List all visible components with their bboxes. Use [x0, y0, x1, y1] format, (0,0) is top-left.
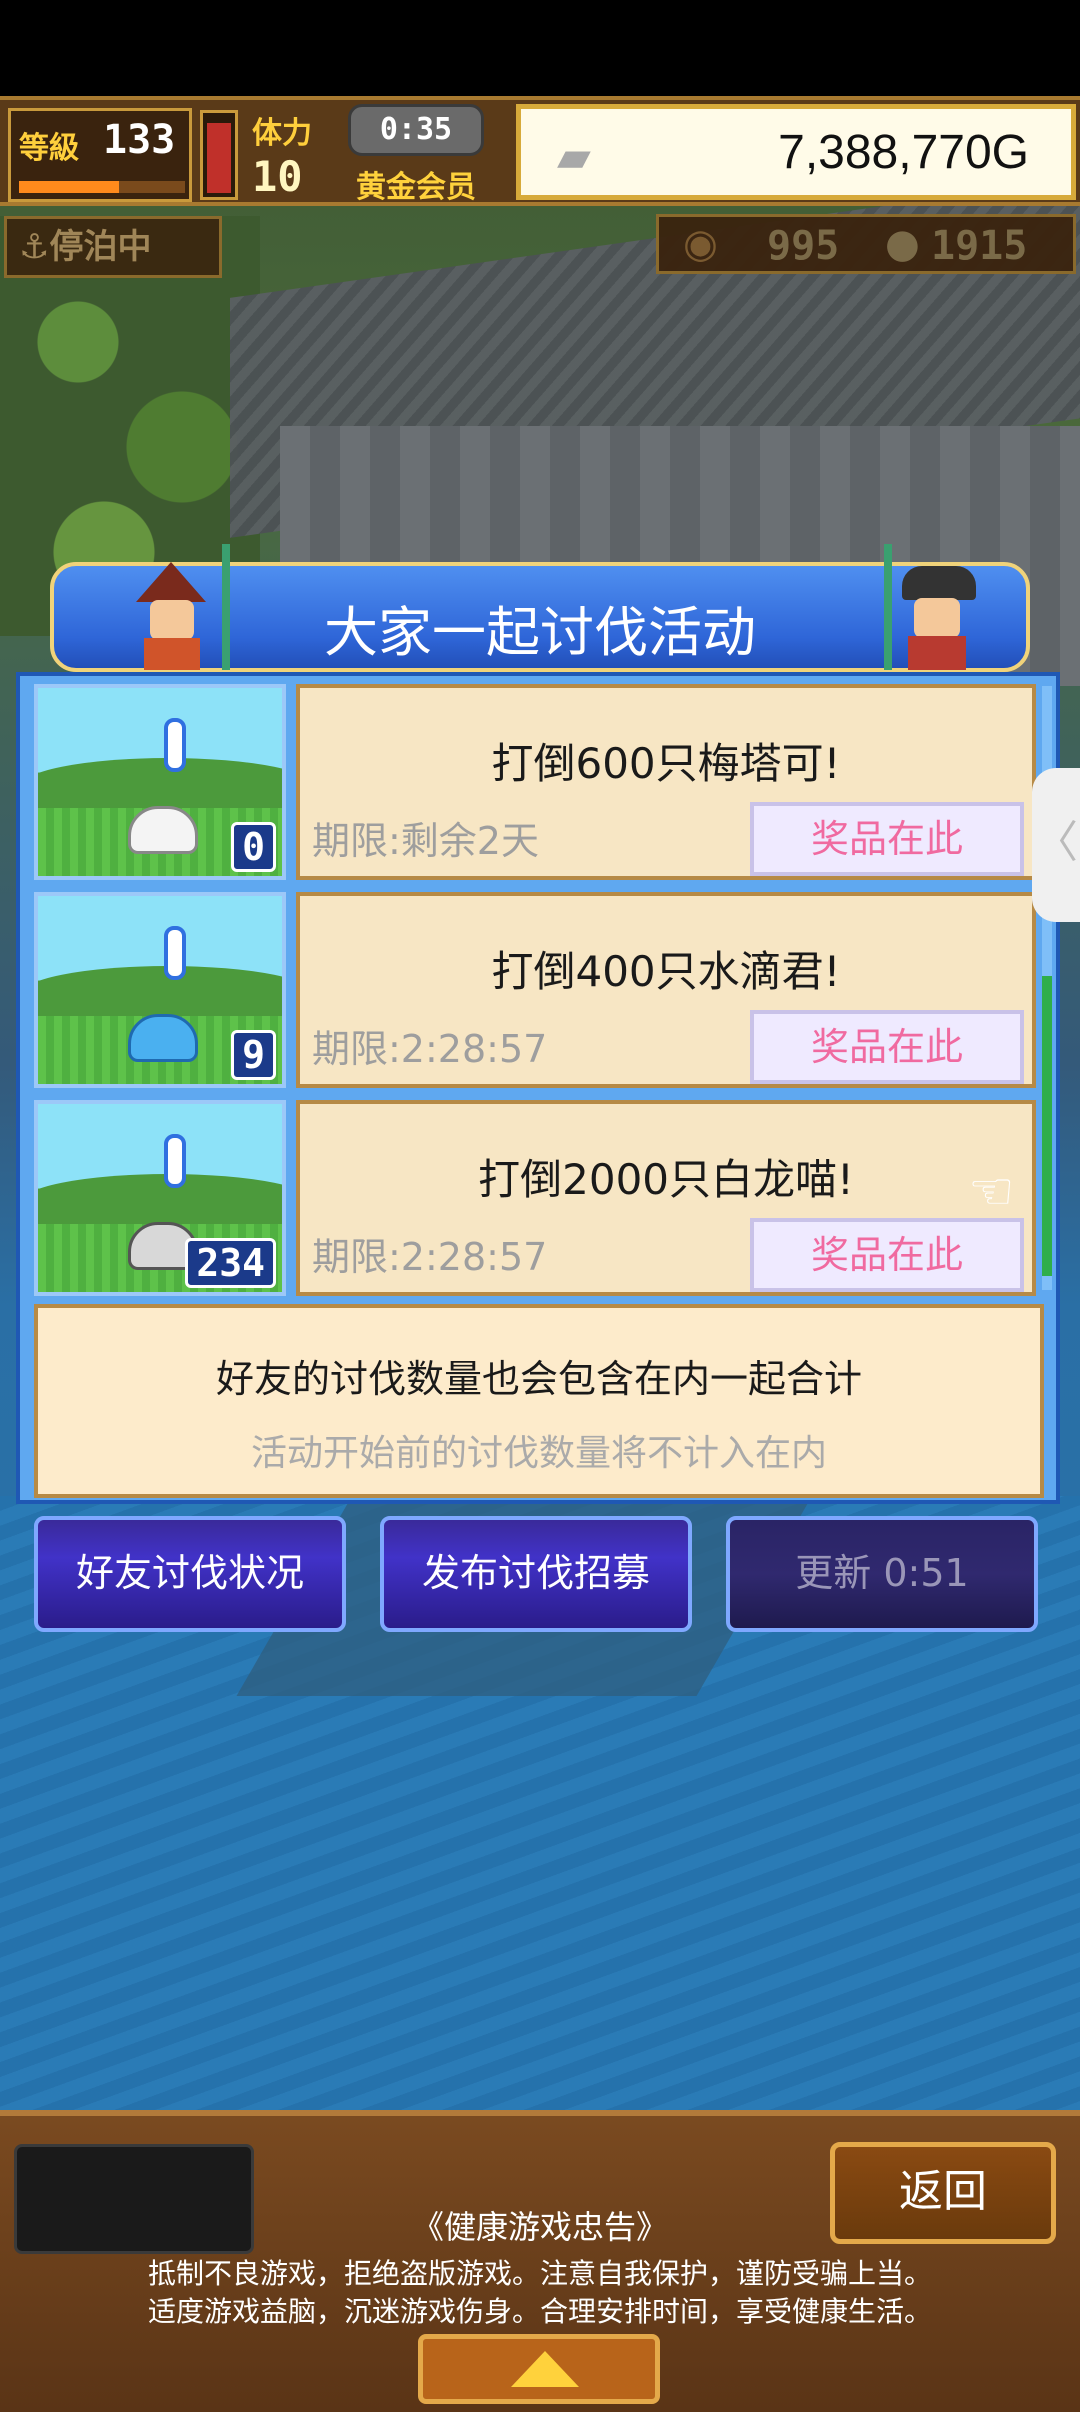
kill-count: 234	[185, 1238, 276, 1288]
money-display: ▰ 7,388,770G	[516, 104, 1076, 200]
exclamation-icon	[164, 1134, 186, 1188]
exclamation-icon	[164, 926, 186, 980]
stamina-box: 体力 10	[252, 108, 348, 202]
expand-menu-button[interactable]	[418, 2334, 660, 2404]
mission-deadline: 期限:2:28:57	[312, 1027, 548, 1071]
info-line-1: 好友的讨伐数量也会包含在内一起合计	[215, 1357, 862, 1401]
info-box: 好友的讨伐数量也会包含在内一起合计 活动开始前的讨伐数量将不计入在内	[34, 1304, 1044, 1498]
mission-row: 0 打倒600只梅塔可! 期限:剩余2天 奖品在此	[34, 684, 1036, 880]
kill-count: 0	[231, 822, 276, 872]
exp-bar	[19, 181, 185, 193]
stamina-value: 10	[252, 152, 303, 201]
mission-list[interactable]: 0 打倒600只梅塔可! 期限:剩余2天 奖品在此 9 打倒400只水滴君! 期…	[34, 684, 1036, 1298]
mission-row: 234 打倒2000只白龙喵! 期限:2:28:57 奖品在此	[34, 1100, 1036, 1296]
stamina-gauge	[200, 110, 238, 200]
bottom-bar: 返回 《健康游戏忠告》 抵制不良游戏，拒绝盗版游戏。注意自我保护，谨防受骗上当。…	[0, 2110, 1080, 2412]
prize-button[interactable]: 奖品在此	[750, 802, 1024, 876]
mission-text: 打倒2000只白龙喵!	[478, 1155, 854, 1204]
event-panel: 0 打倒600只梅塔可! 期限:剩余2天 奖品在此 9 打倒400只水滴君! 期…	[16, 672, 1060, 1504]
refresh-button[interactable]: 更新 0:51	[726, 1516, 1038, 1632]
pirate-character	[872, 540, 992, 670]
resource-bar: ◉ 995 ● 1915	[656, 214, 1076, 274]
gold-member-badge[interactable]: 黄金会员	[356, 162, 476, 206]
monster-sprite	[128, 1014, 198, 1062]
health-notice-title: 《健康游戏忠告》	[411, 2208, 668, 2246]
side-drawer-tab[interactable]: 〈	[1032, 768, 1080, 922]
mission-card: 打倒600只梅塔可! 期限:剩余2天 奖品在此	[296, 684, 1036, 880]
docked-status: ⚓停泊中	[4, 216, 222, 278]
resource-1-value: 995	[767, 223, 840, 269]
info-line-2: 活动开始前的讨伐数量将不计入在内	[250, 1433, 827, 1474]
exclamation-icon	[164, 718, 186, 772]
scrollbar-thumb[interactable]	[1042, 976, 1052, 1276]
friend-status-button[interactable]: 好友讨伐状况	[34, 1516, 346, 1632]
arrow-up-icon	[511, 2351, 579, 2387]
health-notice-line-2: 适度游戏益脑，沉迷游戏伤身。合理安排时间，享受健康生活。	[147, 2295, 932, 2328]
mission-text: 打倒400只水滴君!	[491, 947, 841, 996]
kill-count: 9	[231, 1030, 276, 1080]
stamina-timer: 0:35	[348, 104, 484, 156]
medal-icon: ●	[885, 221, 920, 267]
mission-deadline: 期限:2:28:57	[312, 1235, 548, 1279]
top-hud: 等級 133 体力 10 0:35 黄金会员 ▰ 7,388,770G	[0, 96, 1080, 206]
coin-icon: ◉	[683, 221, 718, 267]
post-recruit-button[interactable]: 发布讨伐招募	[380, 1516, 692, 1632]
mission-text: 打倒600只梅塔可!	[491, 739, 841, 788]
money-value: 7,388,770G	[778, 126, 1029, 179]
mission-deadline: 期限:剩余2天	[312, 819, 539, 863]
stamina-label: 体力	[252, 116, 312, 151]
mission-row: 9 打倒400只水滴君! 期限:2:28:57 奖品在此	[34, 892, 1036, 1088]
health-notice-line-1: 抵制不良游戏，拒绝盗版游戏。注意自我保护，谨防受骗上当。	[147, 2257, 932, 2290]
witch-character	[126, 540, 246, 670]
monster-thumbnail: 9	[34, 892, 286, 1088]
chevron-left-icon: 〈	[1034, 817, 1078, 868]
resource-2-value: 1915	[931, 223, 1028, 269]
level-label: 等級	[19, 131, 79, 166]
ingot-icon: ▰	[557, 131, 591, 182]
anchor-icon: ⚓	[19, 227, 50, 267]
prize-button[interactable]: 奖品在此	[750, 1010, 1024, 1084]
mission-card: 打倒2000只白龙喵! 期限:2:28:57 奖品在此	[296, 1100, 1036, 1296]
hand-cursor-icon: ☜	[968, 1162, 1015, 1222]
monster-thumbnail: 234	[34, 1100, 286, 1296]
monster-thumbnail: 0	[34, 684, 286, 880]
docked-label: 停泊中	[49, 227, 152, 267]
mission-card: 打倒400只水滴君! 期限:2:28:57 奖品在此	[296, 892, 1036, 1088]
monster-sprite	[128, 806, 198, 854]
status-bar	[0, 0, 1080, 96]
level-value: 133	[103, 117, 176, 163]
level-box: 等級 133	[8, 108, 192, 202]
prize-button[interactable]: 奖品在此	[750, 1218, 1024, 1292]
